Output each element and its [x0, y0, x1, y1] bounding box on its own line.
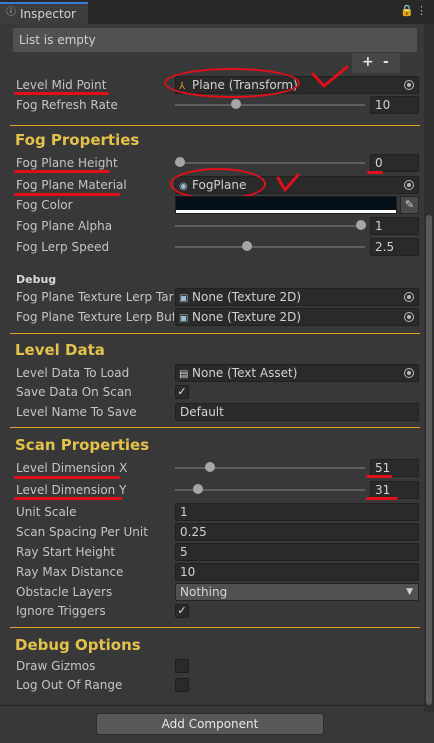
scan-spacing-label: Scan Spacing Per Unit — [16, 525, 148, 539]
level-data-header: Level Data — [15, 341, 105, 359]
list-remove-button[interactable]: - — [383, 54, 389, 70]
ray-start-height-label: Ray Start Height — [16, 545, 116, 559]
log-out-of-range-label: Log Out Of Range — [16, 678, 123, 692]
fog-plane-height-knob[interactable] — [175, 157, 185, 167]
list-add-remove-controls: + - — [352, 53, 400, 73]
list-add-button[interactable]: + — [362, 54, 374, 70]
annotation-underline — [14, 170, 110, 173]
section-divider — [10, 627, 420, 628]
level-data-to-load-field[interactable]: ▤ None (Text Asset) — [175, 364, 419, 382]
level-data-to-load-label: Level Data To Load — [16, 366, 130, 380]
ray-max-distance-label: Ray Max Distance — [16, 565, 124, 579]
texture-lerp-target-label: Fog Plane Texture Lerp Targ — [16, 290, 174, 304]
fog-plane-alpha-label: Fog Plane Alpha — [16, 219, 113, 233]
level-dimension-x-knob[interactable] — [205, 462, 215, 472]
tab-label: Inspector — [20, 7, 76, 21]
level-dimension-y-slider[interactable] — [175, 489, 365, 491]
annotation-underline — [366, 475, 392, 478]
annotation-checkmark — [311, 65, 349, 88]
level-name-to-save-input[interactable]: Default — [175, 403, 419, 421]
menu-icon[interactable]: ⋮ — [416, 5, 427, 17]
object-picker-icon[interactable] — [404, 292, 414, 302]
save-data-on-scan-label: Save Data On Scan — [16, 385, 132, 399]
fog-lerp-speed-slider[interactable] — [175, 246, 365, 248]
scan-properties-header: Scan Properties — [15, 436, 150, 454]
fog-plane-alpha-knob[interactable] — [356, 220, 366, 230]
annotation-underline — [14, 497, 122, 500]
ignore-triggers-label: Ignore Triggers — [16, 604, 106, 618]
obstacle-layers-label: Obstacle Layers — [16, 585, 113, 599]
obstacle-layers-dropdown[interactable]: Nothing ▼ — [175, 583, 419, 601]
fog-plane-alpha-slider[interactable] — [175, 225, 365, 227]
texture-lerp-target-value: None (Texture 2D) — [192, 290, 302, 304]
lock-icon[interactable]: 🔒 — [400, 5, 414, 17]
level-data-to-load-value: None (Text Asset) — [192, 366, 298, 380]
texture-lerp-buffer-value: None (Texture 2D) — [192, 310, 302, 324]
level-dimension-y-knob[interactable] — [193, 484, 203, 494]
fog-plane-height-slider[interactable] — [175, 162, 365, 164]
level-name-to-save-label: Level Name To Save — [16, 405, 137, 419]
draw-gizmos-label: Draw Gizmos — [16, 659, 96, 673]
section-divider — [10, 427, 420, 428]
ray-start-height-input[interactable]: 5 — [175, 543, 419, 561]
fog-lerp-speed-label: Fog Lerp Speed — [16, 240, 110, 254]
alpha-bar — [176, 210, 396, 213]
annotation-underline — [366, 497, 398, 500]
fog-refresh-rate-knob[interactable] — [231, 99, 241, 109]
annotation-checkmark — [276, 173, 300, 192]
ignore-triggers-checkbox[interactable]: ✓ — [175, 604, 189, 618]
scrollbar-thumb[interactable] — [426, 215, 432, 705]
fog-properties-header: Fog Properties — [15, 131, 140, 149]
list-empty-box: List is empty — [13, 28, 417, 52]
fog-lerp-speed-knob[interactable] — [242, 241, 252, 251]
log-out-of-range-checkbox[interactable] — [175, 678, 189, 692]
annotation-underline — [14, 476, 120, 479]
ray-max-distance-input[interactable]: 10 — [175, 563, 419, 581]
fog-refresh-rate-label: Fog Refresh Rate — [16, 98, 118, 112]
draw-gizmos-checkbox[interactable] — [175, 659, 189, 673]
annotation-underline — [14, 92, 109, 95]
object-picker-icon[interactable] — [404, 312, 414, 322]
fog-lerp-speed-input[interactable]: 2.5 — [370, 238, 419, 256]
list-empty-text: List is empty — [19, 33, 96, 47]
texture-lerp-buffer-field[interactable]: ▣ None (Texture 2D) — [175, 308, 419, 326]
text-asset-icon: ▤ — [179, 369, 189, 380]
texture-lerp-buffer-label: Fog Plane Texture Lerp Buff — [16, 310, 174, 324]
texture-lerp-target-field[interactable]: ▣ None (Texture 2D) — [175, 288, 419, 306]
section-divider — [10, 333, 420, 334]
obstacle-layers-value: Nothing — [180, 585, 228, 599]
unit-scale-label: Unit Scale — [16, 505, 77, 519]
fog-color-label: Fog Color — [16, 198, 73, 212]
fog-plane-material-label: Fog Plane Material — [16, 178, 127, 192]
save-data-on-scan-checkbox[interactable]: ✓ — [175, 385, 189, 399]
fog-plane-alpha-input[interactable]: 1 — [370, 217, 419, 235]
level-dimension-x-slider[interactable] — [175, 467, 365, 469]
fog-refresh-rate-input[interactable]: 10 — [370, 96, 419, 114]
object-picker-icon[interactable] — [404, 180, 414, 190]
texture-icon: ▣ — [179, 293, 189, 304]
fog-plane-height-input[interactable]: 0 — [370, 154, 419, 172]
add-component-button[interactable]: Add Component — [96, 713, 324, 735]
texture-icon: ▣ — [179, 313, 189, 324]
level-dimension-x-label: Level Dimension X — [16, 461, 128, 475]
annotation-underline — [367, 171, 383, 174]
fog-refresh-rate-slider[interactable] — [175, 104, 365, 106]
eyedropper-icon[interactable]: ✎ — [400, 196, 419, 214]
annotation-circle — [164, 68, 300, 98]
section-divider — [10, 125, 420, 126]
tab-inspector[interactable]: ⓘ Inspector — [0, 2, 88, 24]
unit-scale-input[interactable]: 1 — [175, 503, 419, 521]
debug-header: Debug — [16, 273, 57, 286]
scan-spacing-input[interactable]: 0.25 — [175, 523, 419, 541]
fog-color-swatch[interactable] — [175, 196, 397, 214]
chevron-down-icon: ▼ — [406, 587, 413, 597]
object-picker-icon[interactable] — [404, 368, 414, 378]
object-picker-icon[interactable] — [404, 80, 414, 90]
debug-options-header: Debug Options — [15, 636, 141, 654]
info-icon: ⓘ — [6, 7, 16, 18]
